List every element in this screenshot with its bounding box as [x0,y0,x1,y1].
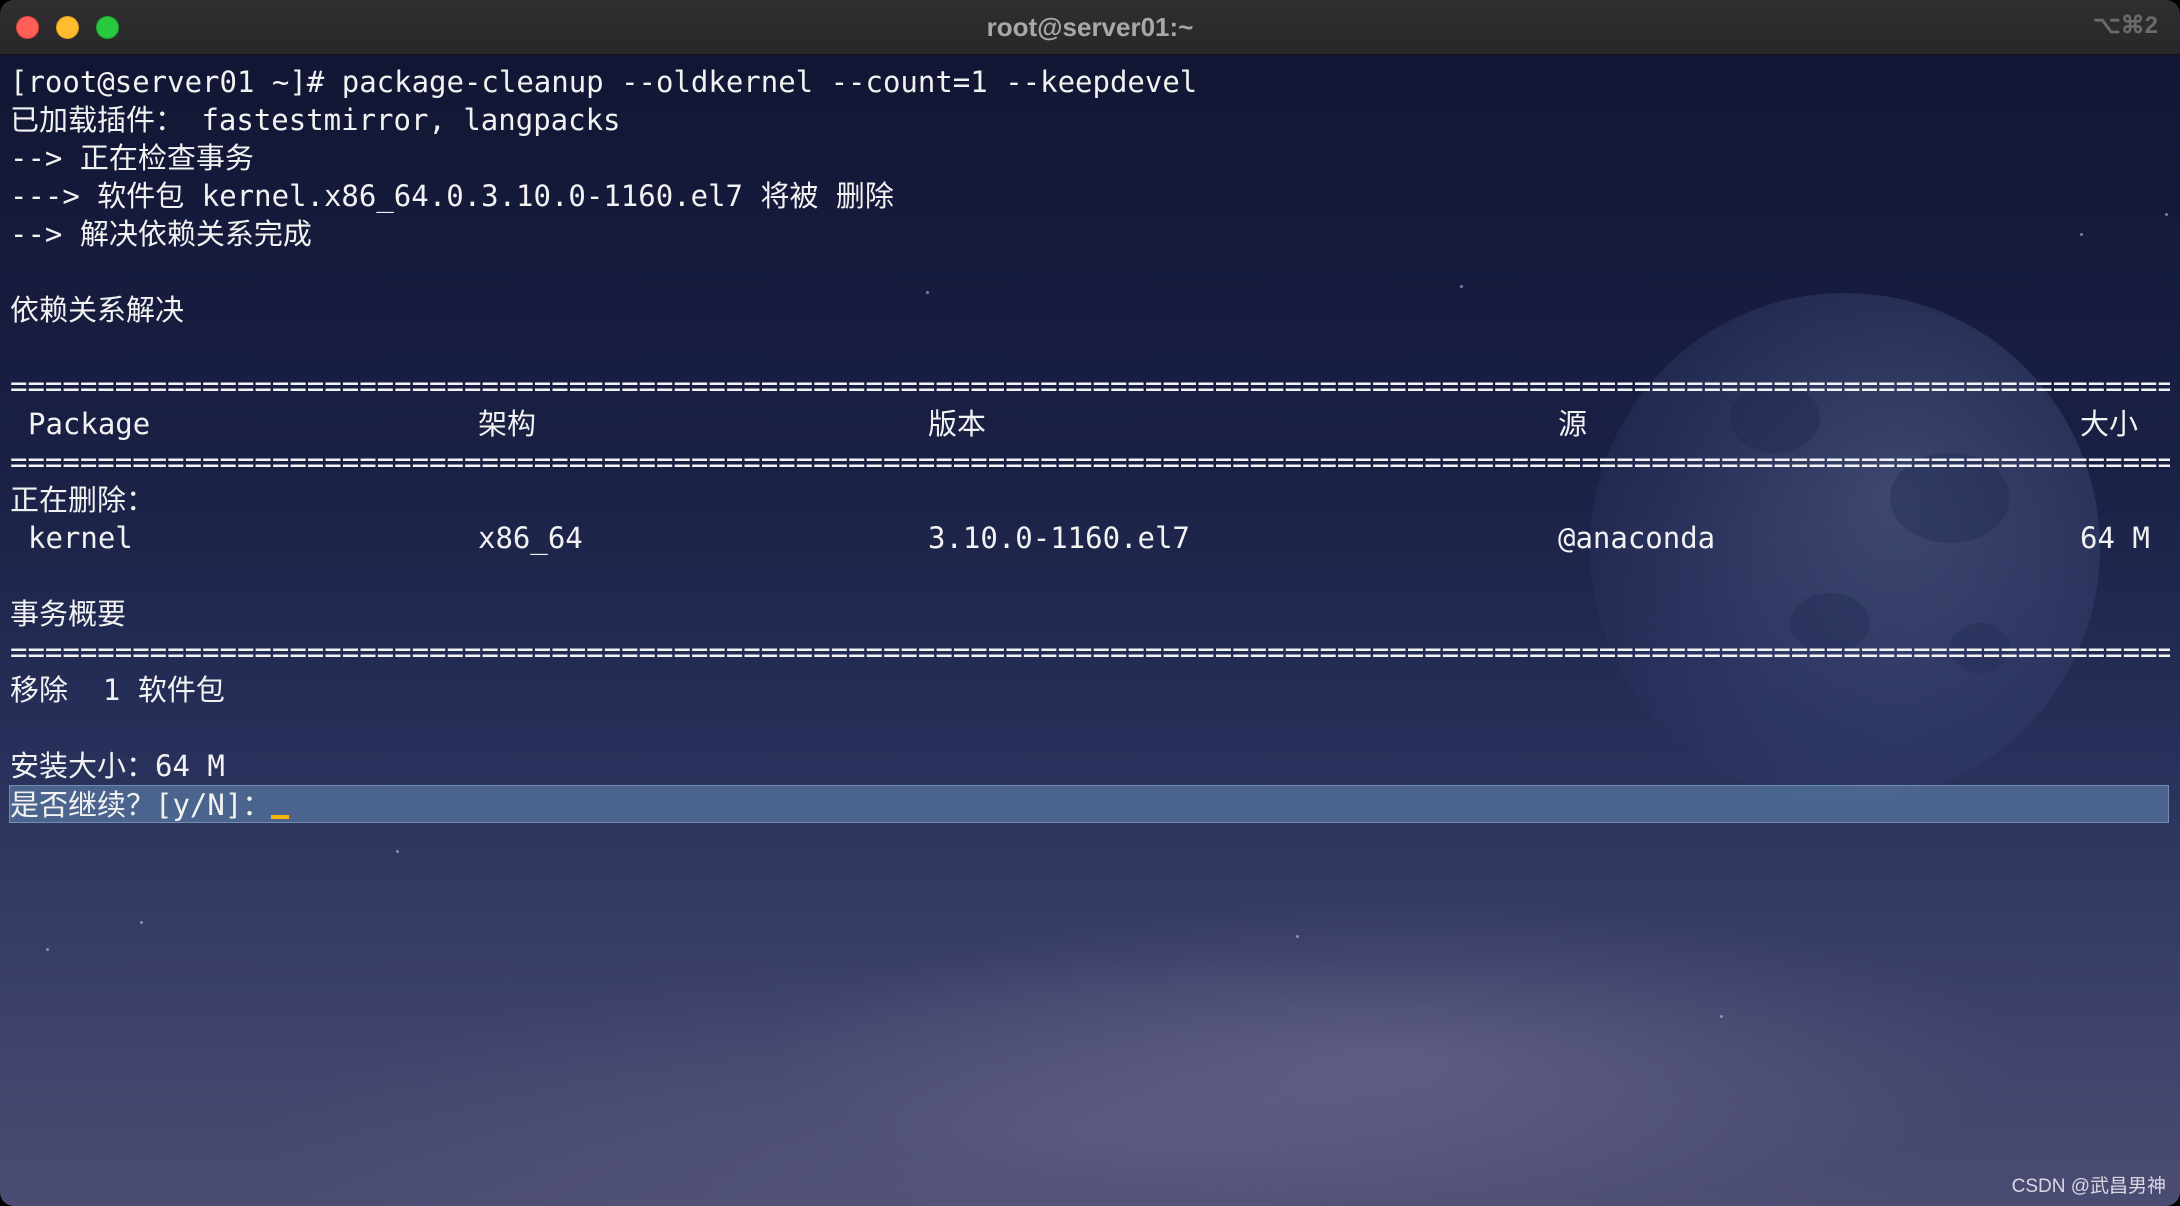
table-row: kernel x86_64 3.10.0-1160.el7 @anaconda … [10,519,2170,557]
output-line: ---> 软件包 kernel.x86_64.0.3.10.0-1160.el7… [10,179,894,213]
summary-line: 移除 1 软件包 [10,673,225,707]
install-size-line: 安装大小：64 M [10,749,225,783]
cell-version: 3.10.0-1160.el7 [928,521,1190,555]
output-line: --> 正在检查事务 [10,141,254,175]
confirm-prompt-text: 是否继续？[y/N]： [10,788,272,822]
column-header-package: Package [28,407,151,441]
output-line: 依赖关系解决 [10,293,185,327]
column-header-size: 大小 [2080,407,2139,441]
window-shortcut-label: ⌥⌘2 [2092,12,2158,39]
output-line: 已加载插件： fastestmirror, langpacks [10,103,621,137]
terminal-window: root@server01:~ ⌥⌘2 [root@server01 ~]# p… [0,0,2180,1206]
window-title: root@server01:~ [986,12,1194,42]
output-line: --> 解决依赖关系完成 [10,217,312,251]
cell-size: 64 M [2080,521,2150,555]
cell-arch: x86_64 [478,521,583,555]
table-separator: ========================================… [10,369,2170,403]
terminal-content[interactable]: [root@server01 ~]# package-cleanup --old… [0,55,2180,1206]
cell-package: kernel [28,521,133,555]
column-header-version: 版本 [928,407,987,441]
confirm-prompt-line[interactable]: 是否继续？[y/N]： [9,785,2169,823]
table-separator: ========================================… [10,445,2170,479]
summary-title: 事务概要 [10,597,127,631]
title-bar[interactable]: root@server01:~ ⌥⌘2 [0,0,2180,55]
table-separator: ========================================… [10,635,2170,669]
watermark: CSDN @武昌男神 [2011,1176,2166,1197]
table-section-label: 正在删除： [10,483,156,517]
column-header-arch: 架构 [478,407,537,441]
command-line: [root@server01 ~]# package-cleanup --old… [10,65,1198,99]
table-header-row: Package 架构 版本 源 大小 [10,405,2170,443]
cell-repo: @anaconda [1558,521,1716,555]
text-cursor [271,815,290,819]
terminal-output[interactable]: [root@server01 ~]# package-cleanup --old… [9,63,2170,823]
column-header-repo: 源 [1558,407,1588,441]
